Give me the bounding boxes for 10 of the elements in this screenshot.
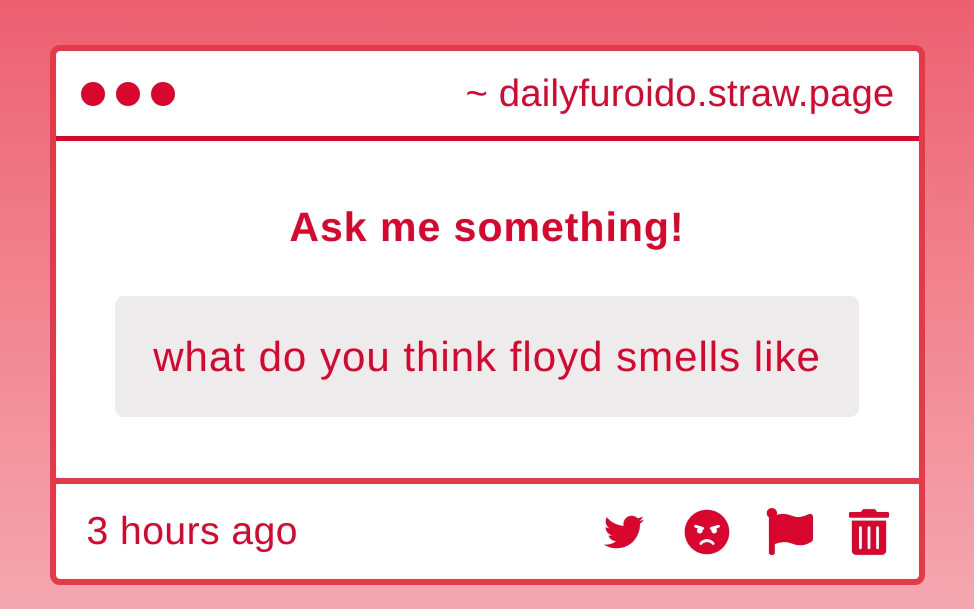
angry-face-icon[interactable] bbox=[684, 508, 730, 554]
window-dot-icon[interactable] bbox=[80, 82, 104, 106]
window-dot-icon[interactable] bbox=[150, 82, 174, 106]
trash-icon[interactable] bbox=[848, 508, 888, 554]
prompt-title: Ask me something! bbox=[289, 207, 685, 248]
page-url: ~ dailyfuroido.straw.page bbox=[466, 74, 894, 112]
question-text: what do you think floyd smells like bbox=[153, 336, 821, 378]
flag-icon[interactable] bbox=[766, 508, 812, 555]
window-dot-icon[interactable] bbox=[116, 82, 140, 106]
timestamp: 3 hours ago bbox=[86, 512, 298, 551]
